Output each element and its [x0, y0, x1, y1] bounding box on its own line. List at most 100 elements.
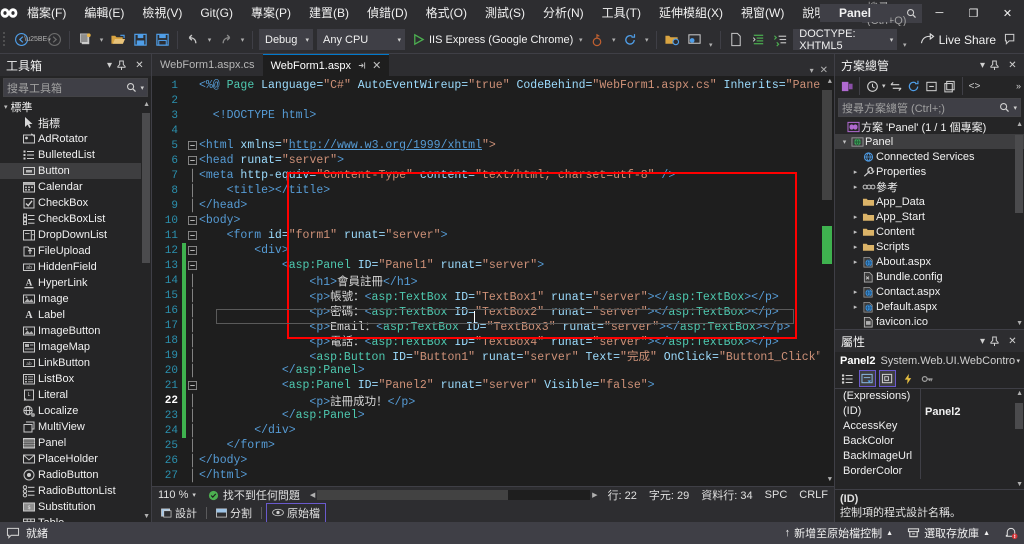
issue-status[interactable]: 找不到任何問題: [202, 487, 306, 503]
editor-vertical-scrollbar[interactable]: ▲ ▼: [820, 76, 834, 486]
expander-icon[interactable]: ▸: [850, 243, 861, 251]
toolbox-item-list[interactable]: ▾標準指標AdRotatorBulletedListButtonCalendar…: [0, 99, 151, 522]
property-pages-icon[interactable]: [919, 370, 936, 387]
properties-object-selector[interactable]: Panel2 System.Web.UI.WebContro ▾: [835, 352, 1024, 369]
start-debugging-label[interactable]: IIS Express (Google Chrome): [429, 34, 575, 46]
toolbox-item-placeholder[interactable]: PlaceHolder: [0, 451, 151, 467]
alphabetical-view-icon[interactable]: [859, 370, 876, 387]
code-line-1[interactable]: 1<%@ Page Language="C#" AutoEventWireup=…: [152, 78, 834, 93]
solution-scroll-thumb[interactable]: [1015, 135, 1023, 213]
toolbox-item-calendar[interactable]: Calendar: [0, 179, 151, 195]
solution-scroll-up-icon[interactable]: ▲: [1016, 121, 1023, 128]
feedback-icon[interactable]: [1004, 33, 1018, 46]
code-line-22[interactable]: 22 <p>註冊成功！</p>: [152, 393, 834, 408]
toolbox-item-hiddenfield[interactable]: abHiddenField: [0, 259, 151, 275]
view-tab-0[interactable]: 設計: [156, 504, 202, 522]
code-line-26[interactable]: 26</body>: [152, 453, 834, 468]
solution-explorer-close-icon[interactable]: ✕: [1005, 60, 1020, 71]
menu-item-3[interactable]: Git(G): [191, 0, 242, 26]
toolbar-overflow[interactable]: ▾: [899, 29, 910, 51]
code-line-18[interactable]: 18 <p>電話：<asp:TextBox ID="TextBox4" runa…: [152, 333, 834, 348]
menu-item-9[interactable]: 分析(N): [534, 0, 593, 26]
navigate-backward-dropdown[interactable]: \u25BE▾: [32, 29, 43, 51]
code-line-7[interactable]: 7<meta http-equiv="Content-Type" content…: [152, 168, 834, 183]
tab-list-chevron-icon[interactable]: ▾: [810, 66, 814, 75]
expander-icon[interactable]: ▸: [850, 303, 861, 311]
new-file-icon[interactable]: [725, 29, 747, 51]
menu-item-10[interactable]: 工具(T): [593, 0, 650, 26]
solution-root-node[interactable]: 方案 'Panel' (1 / 1 個專案): [835, 119, 1024, 134]
scroll-down-icon[interactable]: ▼: [143, 513, 150, 520]
menu-item-13[interactable]: 說明(H): [793, 0, 852, 26]
solution-node-properties[interactable]: ▸Properties: [835, 164, 1024, 179]
tab-pin-icon[interactable]: [357, 61, 366, 70]
property-value[interactable]: Panel2: [921, 406, 1024, 418]
navigate-forward-button[interactable]: [43, 29, 65, 51]
start-target-dropdown[interactable]: ▾: [575, 29, 586, 51]
se-overflow-icon[interactable]: »: [1016, 81, 1024, 91]
expander-icon[interactable]: ▾: [839, 138, 850, 146]
code-line-10[interactable]: 10<body>: [152, 213, 834, 228]
view-tab-1[interactable]: 分割: [211, 504, 257, 522]
indentation-mode[interactable]: SPC: [759, 489, 794, 501]
property-row-id[interactable]: (ID)Panel2: [835, 404, 1024, 419]
minimize-button[interactable]: ─: [922, 0, 956, 26]
toolbox-pin-icon[interactable]: [117, 60, 132, 71]
toolbox-item-panel[interactable]: Panel: [0, 435, 151, 451]
solution-tree[interactable]: 方案 'Panel' (1 / 1 個專案)▾PanelConnected Se…: [835, 119, 1024, 329]
toolbox-item-table[interactable]: Table: [0, 515, 151, 522]
comment-selection-icon[interactable]: [769, 29, 791, 51]
properties-scroll-up-icon[interactable]: ▲: [1016, 390, 1023, 397]
toolbox-item-literal[interactable]: LLiteral: [0, 387, 151, 403]
refresh-solution-icon[interactable]: [906, 78, 922, 95]
open-file-icon[interactable]: [107, 29, 129, 51]
properties-grid[interactable]: (Expressions)(ID)Panel2AccessKeyBackColo…: [835, 389, 1024, 489]
fold-marker[interactable]: [186, 156, 199, 165]
notifications-button[interactable]: [1004, 526, 1018, 540]
toolbar-grip[interactable]: [2, 31, 10, 49]
se-search-dropdown-icon[interactable]: ▾: [1010, 104, 1017, 112]
solution-node-bundle-config[interactable]: Bundle.config: [835, 269, 1024, 284]
toolbox-search-input[interactable]: 搜尋工具箱 ▾: [3, 78, 148, 97]
save-all-icon[interactable]: [151, 29, 173, 51]
code-line-8[interactable]: 8 <title></title>: [152, 183, 834, 198]
solution-node-connected-services[interactable]: Connected Services: [835, 149, 1024, 164]
solution-scroll-down-icon[interactable]: ▼: [1016, 320, 1023, 327]
solution-node-contact-aspx[interactable]: ▸Contact.aspx: [835, 284, 1024, 299]
toolbox-item-label[interactable]: ALabel: [0, 307, 151, 323]
toolbox-menu-icon[interactable]: ▾: [102, 60, 117, 71]
code-line-4[interactable]: 4: [152, 123, 834, 138]
solution-node-app-start[interactable]: ▸App_Start: [835, 209, 1024, 224]
show-all-files-icon[interactable]: [942, 78, 958, 95]
toolbox-item-dropdownlist[interactable]: DropDownList: [0, 227, 151, 243]
toolbox-item-fileupload[interactable]: FileUpload: [0, 243, 151, 259]
toolbox-item-radiobutton[interactable]: RadioButton: [0, 467, 151, 483]
code-line-5[interactable]: 5<html xmlns="http://www.w3.org/1999/xht…: [152, 138, 834, 153]
properties-pin-icon[interactable]: [990, 336, 1005, 347]
solution-node-panel[interactable]: ▾Panel: [835, 134, 1024, 149]
toolbox-item-adrotator[interactable]: AdRotator: [0, 131, 151, 147]
expander-icon[interactable]: ▸: [850, 288, 861, 296]
menu-item-12[interactable]: 視窗(W): [732, 0, 793, 26]
redo-icon[interactable]: [215, 29, 237, 51]
toolbox-item-hyperlink[interactable]: AHyperLink: [0, 275, 151, 291]
undo-dropdown[interactable]: ▾: [204, 29, 215, 51]
toolbox-item-imagebutton[interactable]: ImageButton: [0, 323, 151, 339]
fold-marker[interactable]: [186, 141, 199, 150]
pending-changes-dropdown-icon[interactable]: ▾: [882, 82, 886, 90]
fold-marker[interactable]: [186, 246, 199, 255]
add-to-source-control-button[interactable]: ↑ 新增至原始檔控制 ▲: [785, 525, 893, 541]
toolbox-item-指標[interactable]: 指標: [0, 115, 151, 131]
fold-marker[interactable]: [186, 216, 199, 225]
start-debugging-icon[interactable]: [407, 29, 429, 51]
scroll-up-icon[interactable]: ▲: [143, 101, 150, 108]
toolbox-item-localize[interactable]: Localize: [0, 403, 151, 419]
hscroll-thumb[interactable]: [317, 490, 508, 500]
code-line-24[interactable]: 24 </div>: [152, 423, 834, 438]
menu-item-6[interactable]: 偵錯(D): [358, 0, 417, 26]
doctype-combo[interactable]: DOCTYPE: XHTML5 ▾: [793, 29, 897, 50]
code-line-9[interactable]: 9</head>: [152, 198, 834, 213]
tab-strip-close-icon[interactable]: ✕: [820, 65, 828, 76]
line-ending-mode[interactable]: CRLF: [793, 489, 834, 501]
solution-node-favicon-ico[interactable]: favicon.ico: [835, 314, 1024, 329]
